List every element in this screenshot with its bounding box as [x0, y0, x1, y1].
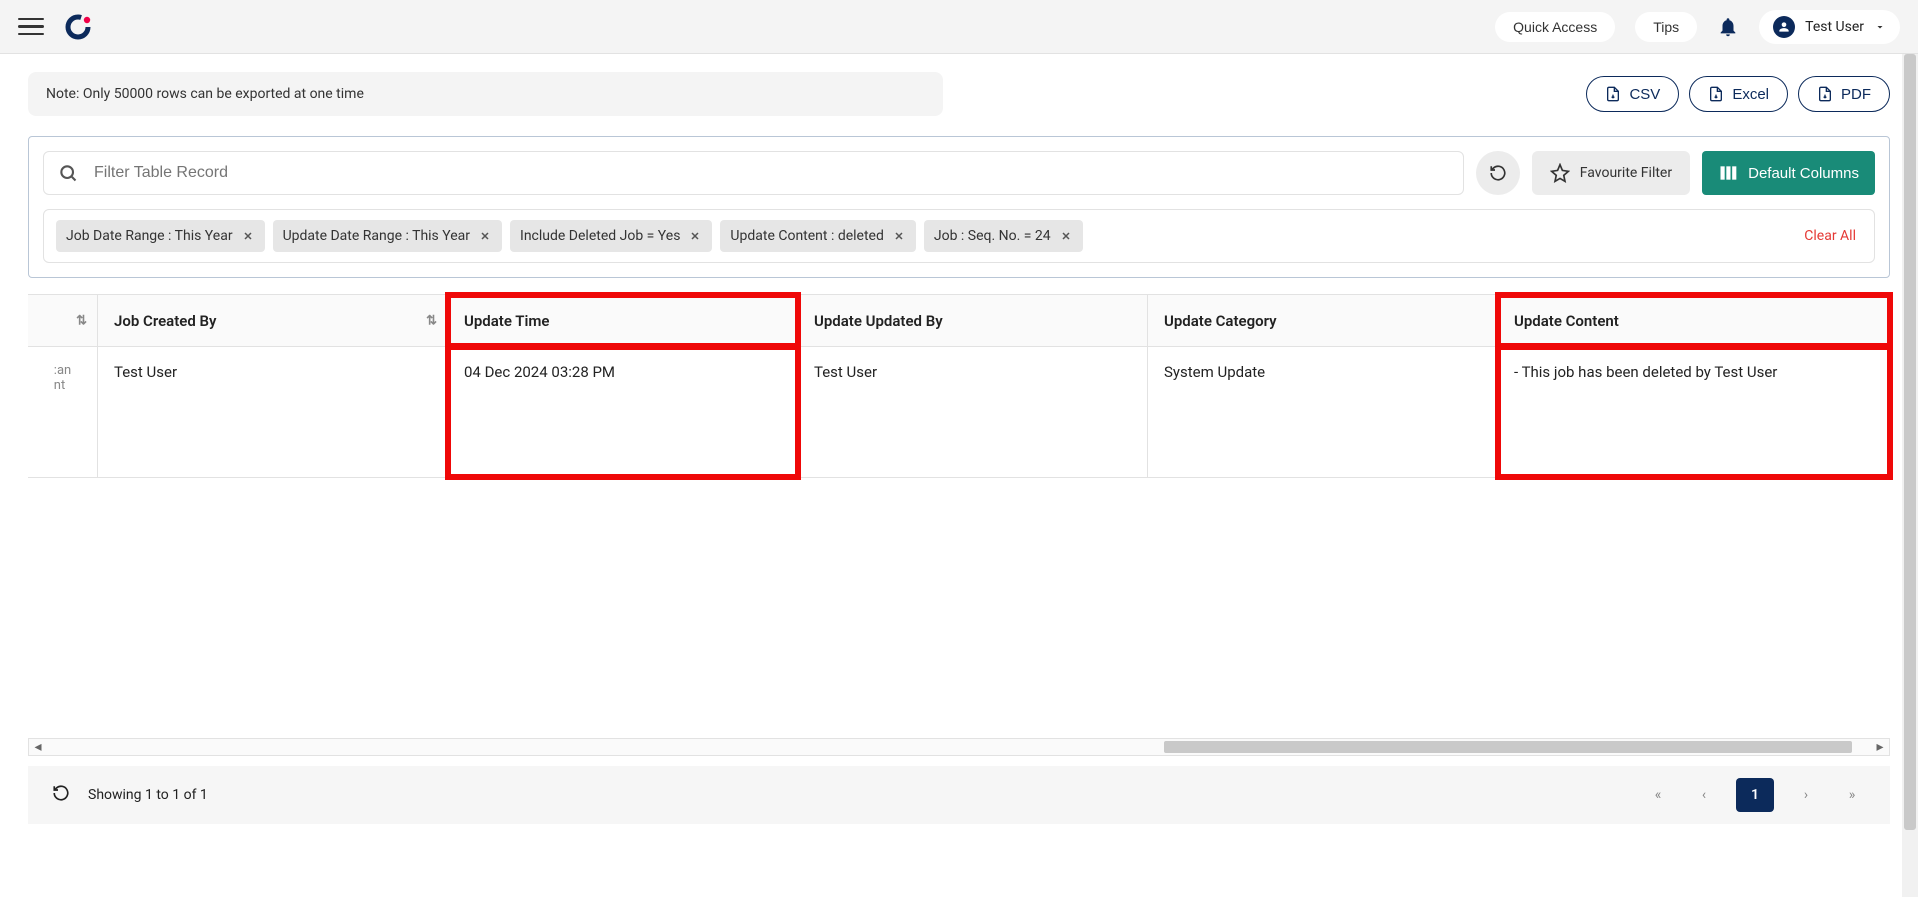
export-excel-label: Excel — [1732, 86, 1769, 103]
export-excel-button[interactable]: Excel — [1689, 76, 1788, 112]
filter-chip-label: Update Date Range : This Year — [283, 228, 470, 244]
filter-chip-label: Update Content : deleted — [730, 228, 883, 244]
page-last-button[interactable]: » — [1838, 781, 1866, 809]
column-header-update-content[interactable]: Update Content — [1498, 295, 1890, 346]
scroll-right-icon[interactable]: ▸ — [1873, 740, 1887, 754]
search-row: Favourite Filter Default Columns — [43, 151, 1875, 195]
column-label: Job Created By — [114, 312, 216, 330]
column-header-update-updated-by[interactable]: Update Updated By — [798, 295, 1148, 346]
user-menu[interactable]: Test User — [1759, 10, 1900, 44]
columns-icon — [1718, 163, 1738, 183]
pagination-summary: Showing 1 to 1 of 1 — [88, 787, 208, 803]
refresh-icon — [1489, 164, 1507, 182]
scrollbar-thumb[interactable] — [1904, 54, 1916, 830]
scrollbar-thumb[interactable] — [1164, 741, 1852, 753]
file-excel-icon — [1708, 85, 1724, 103]
filter-chip-label: Job : Seq. No. = 24 — [934, 228, 1051, 244]
filter-chip-label: Job Date Range : This Year — [66, 228, 233, 244]
app-logo[interactable] — [64, 13, 92, 41]
sort-icon: ⇅ — [76, 313, 87, 328]
search-box[interactable] — [43, 151, 1464, 195]
export-row: Note: Only 50000 rows can be exported at… — [28, 72, 1890, 116]
column-label: Update Updated By — [814, 312, 943, 330]
page-current[interactable]: 1 — [1736, 778, 1774, 812]
refresh-button[interactable] — [1476, 151, 1520, 195]
active-filters: Job Date Range : This Year Update Date R… — [43, 209, 1875, 263]
clear-all-button[interactable]: Clear All — [1804, 228, 1856, 244]
filter-chip: Update Content : deleted — [720, 220, 915, 252]
tips-button[interactable]: Tips — [1635, 12, 1697, 42]
quick-access-label: Quick Access — [1513, 19, 1597, 35]
close-icon[interactable] — [478, 229, 492, 243]
top-bar: Quick Access Tips Test User — [0, 0, 1918, 54]
filter-chip-label: Include Deleted Job = Yes — [520, 228, 680, 244]
column-label: Update Category — [1164, 312, 1277, 330]
pagination: « ‹ 1 › » — [1644, 778, 1866, 812]
filter-card: Favourite Filter Default Columns Job Dat… — [28, 136, 1890, 278]
notifications-icon[interactable] — [1717, 16, 1739, 38]
table-footer: Showing 1 to 1 of 1 « ‹ 1 › » — [28, 766, 1890, 824]
export-csv-button[interactable]: CSV — [1586, 76, 1679, 112]
table-body: :an nt Test User 04 Dec 2024 03:28 PM Te… — [28, 347, 1890, 477]
cell-update-updated-by: Test User — [798, 347, 1148, 477]
page-first-button[interactable]: « — [1644, 781, 1672, 809]
column-header-update-category[interactable]: Update Category — [1148, 295, 1498, 346]
table-header: ⇅ Job Created By ⇅ Update Time Update Up… — [28, 295, 1890, 347]
filter-chip: Update Date Range : This Year — [273, 220, 502, 252]
vertical-scrollbar[interactable] — [1902, 54, 1918, 897]
column-label: Update Content — [1514, 312, 1619, 330]
cell-update-time: 04 Dec 2024 03:28 PM — [448, 347, 798, 477]
close-icon[interactable] — [1059, 229, 1073, 243]
favourite-filter-button[interactable]: Favourite Filter — [1532, 151, 1690, 195]
file-csv-icon — [1605, 85, 1621, 103]
filter-chip: Job Date Range : This Year — [56, 220, 265, 252]
export-note: Note: Only 50000 rows can be exported at… — [28, 72, 943, 116]
column-label: Update Time — [464, 312, 549, 330]
export-csv-label: CSV — [1629, 86, 1660, 103]
export-pdf-button[interactable]: PDF — [1798, 76, 1890, 112]
horizontal-scrollbar[interactable]: ◂ ▸ — [28, 738, 1890, 756]
scroll-left-icon[interactable]: ◂ — [31, 740, 45, 754]
chevron-down-icon — [1874, 21, 1886, 33]
column-header-update-time[interactable]: Update Time — [448, 295, 798, 346]
default-columns-label: Default Columns — [1748, 165, 1859, 182]
close-icon[interactable] — [241, 229, 255, 243]
close-icon[interactable] — [892, 229, 906, 243]
page-next-button[interactable]: › — [1792, 781, 1820, 809]
user-name: Test User — [1805, 19, 1864, 35]
cell-update-category: System Update — [1148, 347, 1498, 477]
search-input[interactable] — [92, 163, 1449, 183]
refresh-icon — [52, 784, 70, 802]
column-header-job-created-by[interactable]: Job Created By ⇅ — [98, 295, 448, 346]
reload-button[interactable] — [52, 784, 70, 806]
menu-icon[interactable] — [18, 14, 44, 40]
favourite-filter-label: Favourite Filter — [1580, 165, 1672, 181]
star-icon — [1550, 163, 1570, 183]
filter-chip: Include Deleted Job = Yes — [510, 220, 712, 252]
content-area: Note: Only 50000 rows can be exported at… — [0, 72, 1918, 824]
sort-icon: ⇅ — [426, 313, 437, 328]
results-table: ⇅ Job Created By ⇅ Update Time Update Up… — [28, 294, 1890, 478]
avatar-icon — [1773, 16, 1795, 38]
page-prev-button[interactable]: ‹ — [1690, 781, 1718, 809]
tips-label: Tips — [1653, 19, 1679, 35]
close-icon[interactable] — [688, 229, 702, 243]
quick-access-button[interactable]: Quick Access — [1495, 12, 1615, 42]
search-icon — [58, 163, 78, 183]
default-columns-button[interactable]: Default Columns — [1702, 151, 1875, 195]
column-header-sort[interactable]: ⇅ — [28, 295, 98, 346]
table-row[interactable]: :an nt Test User 04 Dec 2024 03:28 PM Te… — [28, 347, 1890, 477]
file-pdf-icon — [1817, 85, 1833, 103]
cell-job-created-by: Test User — [98, 347, 448, 477]
export-pdf-label: PDF — [1841, 86, 1871, 103]
filter-chip: Job : Seq. No. = 24 — [924, 220, 1083, 252]
cell-fragment: :an nt — [28, 347, 98, 477]
cell-update-content: - This job has been deleted by Test User — [1498, 347, 1890, 477]
